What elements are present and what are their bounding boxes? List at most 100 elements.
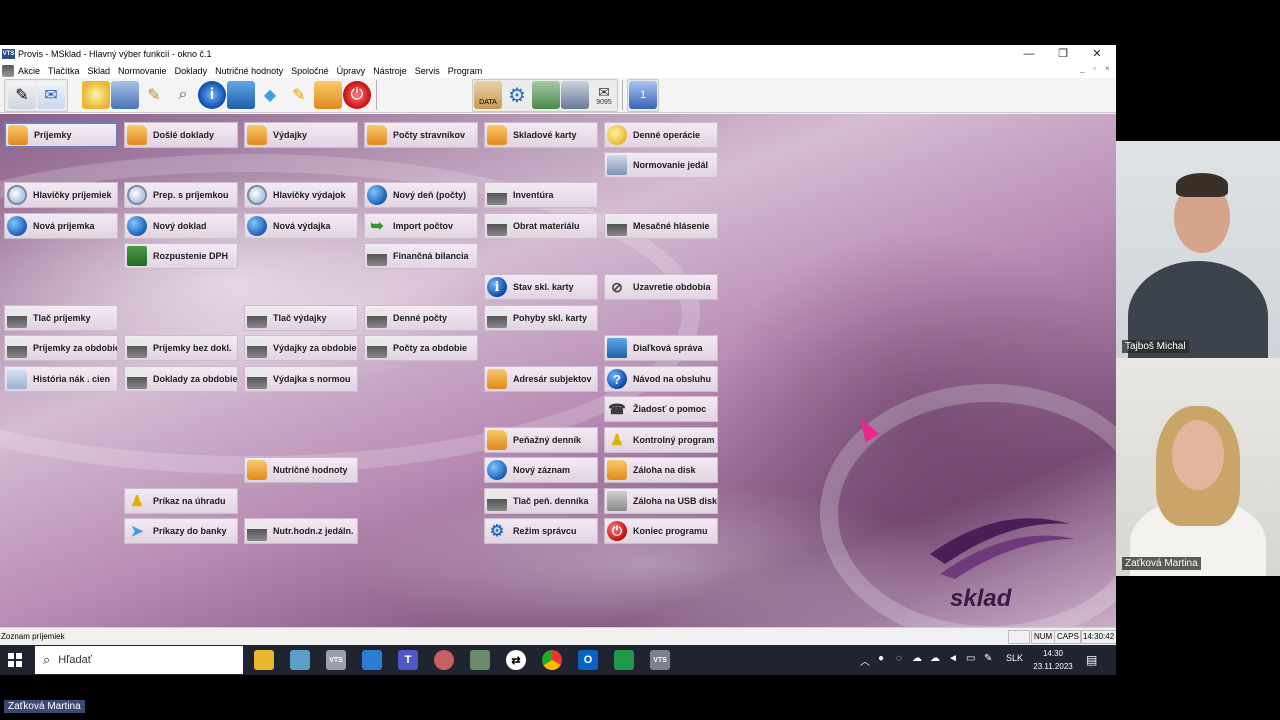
vydajky-button[interactable]: Výdajky — [244, 122, 358, 148]
menu-doklady[interactable]: Doklady — [171, 66, 212, 76]
mail-tool-icon[interactable]: ✉ 9095 — [590, 81, 618, 109]
outlook-icon[interactable]: O — [578, 650, 598, 670]
menu-tlacitka[interactable]: Tlačítka — [44, 66, 84, 76]
pocty-za-obdobie-button[interactable]: Počty za obdobie — [364, 335, 478, 361]
skladove-karty-button[interactable]: Skladové karty — [484, 122, 598, 148]
dialkova-sprava-button[interactable]: Diaľková správa — [604, 335, 718, 361]
tlac-vydajky-button[interactable]: Tlač výdajky — [244, 305, 358, 331]
tray-chevron-icon[interactable]: ︿ — [860, 653, 870, 668]
calculator-tool-icon[interactable] — [111, 81, 139, 109]
novy-den-pocty-button[interactable]: Nový deň (počty) — [364, 182, 478, 208]
remote-tool-icon[interactable] — [227, 81, 255, 109]
network-tool-icon[interactable]: ◆ — [256, 81, 284, 109]
uzavretie-obdobia-button[interactable]: ⊘ Uzavretie obdobia — [604, 274, 718, 300]
data-tool-icon[interactable]: DATA — [474, 81, 502, 109]
document-tool-icon[interactable]: ✎ — [8, 81, 36, 109]
mdi-close-button[interactable]: × — [1105, 64, 1110, 73]
power-tool-icon[interactable]: ⏻ — [343, 81, 371, 109]
cloud-icon[interactable]: ☁ — [912, 653, 922, 664]
normovanie-jedal-button[interactable]: Normovanie jedál — [604, 152, 718, 178]
financna-bilancia-button[interactable]: Finančná bilancia — [364, 243, 478, 269]
chrome-icon[interactable] — [542, 650, 562, 670]
vts-app-icon[interactable]: VTS — [326, 650, 346, 670]
tray-app-icon[interactable]: ◌ — [896, 653, 902, 664]
prijemky-bez-dokl-button[interactable]: Príjemky bez dokl. — [124, 335, 238, 361]
dosle-doklady-button[interactable]: Došlé doklady — [124, 122, 238, 148]
network-computers-icon[interactable] — [561, 81, 589, 109]
prep-s-prijemkou-button[interactable]: Prep. s príjemkou — [124, 182, 238, 208]
hlavicky-vydajok-button[interactable]: Hlavičky výdajok — [244, 182, 358, 208]
rezim-spravcu-button[interactable]: ⚙ Režim správcu — [484, 518, 598, 544]
system-menu-icon[interactable] — [2, 64, 14, 77]
menu-nutricne-hodnoty[interactable]: Nutričné hodnoty — [211, 66, 287, 76]
obrat-materialu-button[interactable]: Obrat materiálu — [484, 213, 598, 239]
menu-akcie[interactable]: Akcie — [14, 66, 44, 76]
denne-pocty-button[interactable]: Denné počty — [364, 305, 478, 331]
daily-operations-tool-icon[interactable] — [82, 81, 110, 109]
search-tool-icon[interactable]: ⌕ — [169, 81, 197, 109]
minimize-button[interactable]: — — [1012, 45, 1046, 63]
novy-zaznam-button[interactable]: Nový záznam — [484, 457, 598, 483]
report-tool-icon[interactable] — [532, 81, 560, 109]
nutr-hodn-z-jedaln-button[interactable]: Nutr.hodn.z jedáln. — [244, 518, 358, 544]
tlac-prijemky-button[interactable]: Tlač príjemky — [4, 305, 118, 331]
koniec-programu-button[interactable]: ⏻ Koniec programu — [604, 518, 718, 544]
prijemky-za-obdobie-button[interactable]: Príjemky za obdobie — [4, 335, 118, 361]
adresar-subjektov-button[interactable]: Adresár subjektov — [484, 366, 598, 392]
taskbar-clock[interactable]: 14:30 23.11.2023 — [1030, 647, 1076, 673]
language-indicator[interactable]: SLK — [1006, 653, 1023, 663]
stav-skl-karty-button[interactable]: i Stav skl. karty — [484, 274, 598, 300]
file-explorer-icon[interactable] — [254, 650, 274, 670]
kontrolny-program-button[interactable]: ♟ Kontrolný program — [604, 427, 718, 453]
maximize-button[interactable]: ❐ — [1046, 45, 1080, 63]
microphone-icon[interactable]: ● — [878, 653, 884, 664]
network-icon[interactable]: ▭ — [966, 653, 975, 664]
prikaz-na-uhradu-button[interactable]: ♟ Príkaz na úhradu — [124, 488, 238, 514]
app-icon[interactable] — [470, 650, 490, 670]
historia-nak-cien-button[interactable]: História nák . cien — [4, 366, 118, 392]
prijemky-button[interactable]: Príjemky — [4, 122, 118, 148]
pen-icon[interactable]: ✎ — [984, 653, 992, 664]
windows-start-icon[interactable] — [8, 653, 22, 667]
menu-normovanie[interactable]: Normovanie — [114, 66, 171, 76]
vydajky-za-obdobie-button[interactable]: Výdajky za obdobie — [244, 335, 358, 361]
mdi-restore-button[interactable]: ▫ — [1093, 64, 1096, 73]
hlavicky-prijemiek-button[interactable]: Hlavičky príjemiek — [4, 182, 118, 208]
menu-spolocne[interactable]: Spoločné — [287, 66, 333, 76]
zaloha-na-usb-disk-button[interactable]: Záloha na USB disk — [604, 488, 718, 514]
teams-icon[interactable]: T — [398, 650, 418, 670]
inventura-button[interactable]: Inventúra — [484, 182, 598, 208]
menu-program[interactable]: Program — [444, 66, 487, 76]
settings-gear-icon[interactable]: ⚙ — [503, 81, 531, 109]
spreadsheet-icon[interactable] — [614, 650, 634, 670]
menu-upravy[interactable]: Úpravy — [333, 66, 370, 76]
edit-tool-icon[interactable]: ✎ — [140, 81, 168, 109]
pohyby-skl-karty-button[interactable]: Pohyby skl. karty — [484, 305, 598, 331]
taskbar-search-box[interactable]: ⌕ Hľadať — [35, 646, 243, 674]
peniazny-dennik-button[interactable]: Peňažný denník — [484, 427, 598, 453]
document-app-icon[interactable] — [362, 650, 382, 670]
nutricne-hodnoty-button[interactable]: Nutričné hodnoty — [244, 457, 358, 483]
menu-sklad[interactable]: Sklad — [84, 66, 115, 76]
window-counter-button[interactable]: 1 — [629, 81, 657, 109]
nova-vydajka-button[interactable]: Nová výdajka — [244, 213, 358, 239]
import-poctov-button[interactable]: ➥ Import počtov — [364, 213, 478, 239]
cloud-icon[interactable]: ☁ — [930, 653, 940, 664]
folder-tool-icon[interactable] — [314, 81, 342, 109]
nova-prijemka-button[interactable]: Nová príjemka — [4, 213, 118, 239]
app-icon[interactable]: ⇄ — [506, 650, 526, 670]
ziadost-o-pomoc-button[interactable]: ☎ Žiadosť o pomoc — [604, 396, 718, 422]
notifications-icon[interactable]: ▤ — [1086, 653, 1097, 667]
vts-app-icon[interactable]: VTS — [650, 650, 670, 670]
mdi-minimize-button[interactable]: _ — [1080, 64, 1084, 73]
zaloha-na-disk-button[interactable]: Záloha na disk — [604, 457, 718, 483]
pencil-tool-icon[interactable]: ✎ — [285, 81, 313, 109]
app-icon[interactable] — [290, 650, 310, 670]
menu-nastroje[interactable]: Nástroje — [369, 66, 411, 76]
doklady-za-obdobie-button[interactable]: Doklady za obdobie — [124, 366, 238, 392]
pocty-stravnikov-button[interactable]: Počty stravníkov — [364, 122, 478, 148]
novy-doklad-button[interactable]: Nový doklad — [124, 213, 238, 239]
mesacne-hlasenie-button[interactable]: Mesačné hlásenie — [604, 213, 718, 239]
vydajka-s-normou-button[interactable]: Výdajka s normou — [244, 366, 358, 392]
volume-icon[interactable]: ◄ — [948, 653, 958, 664]
